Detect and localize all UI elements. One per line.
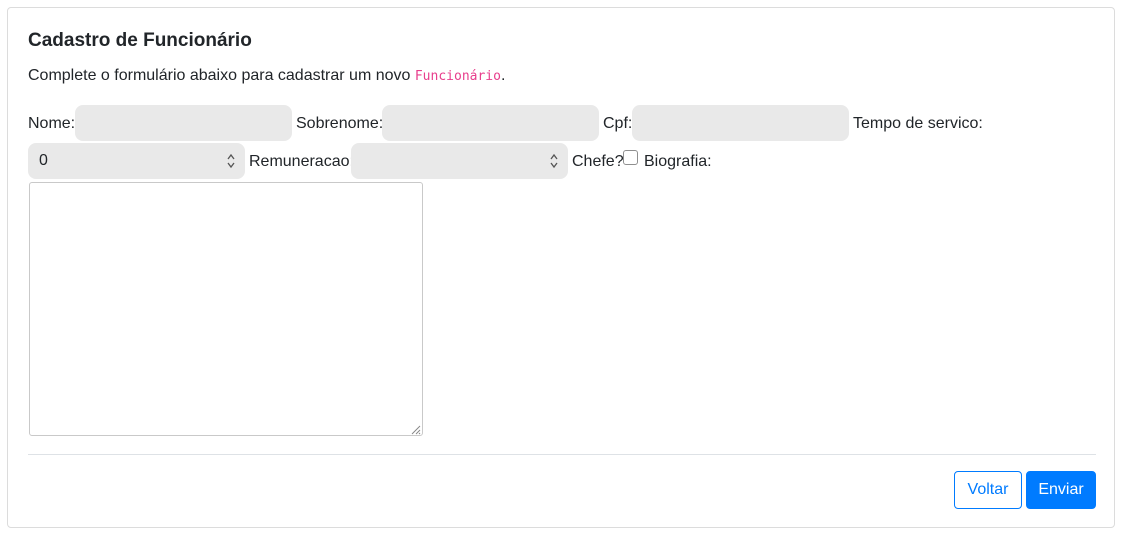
remuneracao-input[interactable] [351,143,568,179]
sobrenome-input[interactable] [382,105,599,141]
chefe-label: Chefe? [572,153,624,170]
description-suffix: . [500,67,506,84]
nome-input[interactable] [75,105,292,141]
spinner-arrows-icon[interactable] [550,153,558,169]
biografia-label: Biografia: [644,153,712,170]
cpf-input[interactable] [632,105,849,141]
description-code: Funcionário [414,69,501,84]
description-text: Complete o formulário abaixo para cadast… [28,67,415,84]
footer-divider [28,454,1096,455]
voltar-button[interactable]: Voltar [954,471,1022,509]
form-description: Complete o formulário abaixo para cadast… [28,67,505,85]
biografia-textarea[interactable] [29,182,423,436]
cpf-label: Cpf: [603,115,633,132]
resize-handle-icon[interactable] [409,422,421,435]
sobrenome-label: Sobrenome: [296,115,384,132]
tempo-servico-input[interactable]: 0 [28,143,245,179]
remuneracao-label: Remuneracao: [249,153,354,170]
enviar-button[interactable]: Enviar [1026,471,1096,509]
tempo-servico-value: 0 [39,152,48,169]
spinner-arrows-icon[interactable] [227,153,235,169]
nome-label: Nome: [28,115,76,132]
tempo-servico-label: Tempo de servico: [853,115,983,132]
chefe-checkbox[interactable] [623,150,638,165]
form-card: Cadastro de Funcionário Complete o formu… [7,7,1115,528]
page-title: Cadastro de Funcionário [28,30,252,51]
